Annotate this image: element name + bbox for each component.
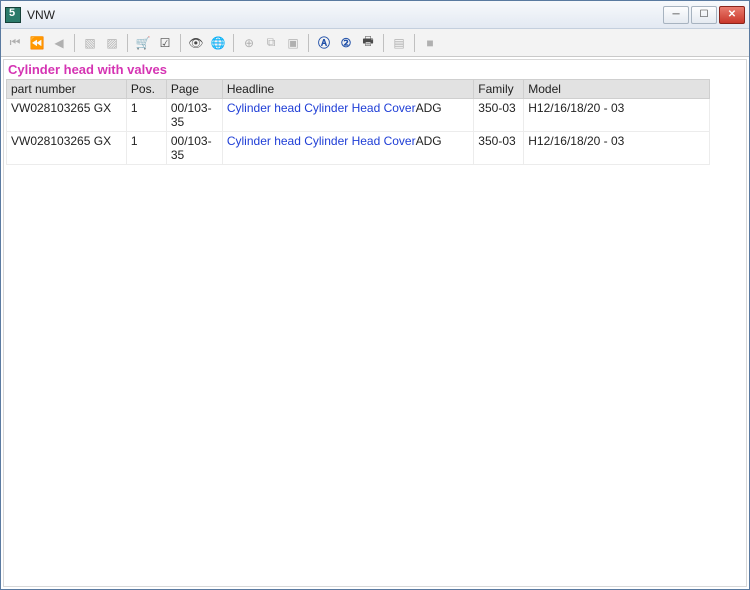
window-title: VNW	[27, 8, 55, 22]
copy-icon: ⧉	[261, 33, 281, 53]
headline-link[interactable]: Cylinder head Cylinder Head Cover	[227, 101, 416, 115]
zoom-in-icon: ⊕	[239, 33, 259, 53]
toolbar-separator	[127, 34, 128, 52]
table-row[interactable]: VW028103265 GX100/103-35Cylinder head Cy…	[7, 99, 710, 132]
back-icon: ◀	[49, 33, 69, 53]
cell-page: 00/103-35	[166, 99, 222, 132]
column-pos[interactable]: Pos.	[126, 80, 166, 99]
cell-model: H12/16/18/20 - 03	[524, 132, 710, 165]
fast-back-icon: ⏪	[27, 33, 47, 53]
checklist-icon[interactable]: ☑	[155, 33, 175, 53]
section-title: Cylinder head with valves	[4, 60, 746, 79]
cell-headline: Cylinder head Cylinder Head CoverADG	[222, 132, 473, 165]
cell-model: H12/16/18/20 - 03	[524, 99, 710, 132]
note-icon: ▤	[389, 33, 409, 53]
toolbar-separator	[233, 34, 234, 52]
cell-pos: 1	[126, 132, 166, 165]
cell-part-number: VW028103265 GX	[7, 132, 127, 165]
table-header-row: part number Pos. Page Headline Family Mo…	[7, 80, 710, 99]
cell-pos: 1	[126, 99, 166, 132]
app-icon	[5, 7, 21, 23]
page-prev-icon: ▧	[80, 33, 100, 53]
cell-headline: Cylinder head Cylinder Head CoverADG	[222, 99, 473, 132]
circle-2-icon[interactable]: ②	[336, 33, 356, 53]
cell-part-number: VW028103265 GX	[7, 99, 127, 132]
column-model[interactable]: Model	[524, 80, 710, 99]
first-icon: ⏮	[5, 33, 25, 53]
circle-a-icon[interactable]: Ⓐ	[314, 33, 334, 53]
stop-icon: ■	[420, 33, 440, 53]
cell-family: 350-03	[474, 132, 524, 165]
column-headline[interactable]: Headline	[222, 80, 473, 99]
hide-icon[interactable]: 👁	[186, 33, 206, 53]
headline-tail: ADG	[416, 134, 442, 148]
toolbar-separator	[414, 34, 415, 52]
toolbar-separator	[74, 34, 75, 52]
titlebar: VNW ─ ☐ ✕	[1, 1, 749, 29]
headline-tail: ADG	[416, 101, 442, 115]
cell-page: 00/103-35	[166, 132, 222, 165]
toolbar: ⏮⏪◀ ▧▨ 🛒☑ 👁🌐 ⊕⧉▣ Ⓐ②🖶 ▤ ■	[1, 29, 749, 57]
table-row[interactable]: VW028103265 GX100/103-35Cylinder head Cy…	[7, 132, 710, 165]
cell-family: 350-03	[474, 99, 524, 132]
content-area: Cylinder head with valves part number Po…	[3, 59, 747, 587]
toolbar-separator	[383, 34, 384, 52]
print-icon[interactable]: 🖶	[358, 33, 378, 53]
minimize-button[interactable]: ─	[663, 6, 689, 24]
toolbar-separator	[308, 34, 309, 52]
results-table: part number Pos. Page Headline Family Mo…	[6, 79, 710, 165]
page-next-icon: ▨	[102, 33, 122, 53]
maximize-button[interactable]: ☐	[691, 6, 717, 24]
app-window: VNW ─ ☐ ✕ ⏮⏪◀ ▧▨ 🛒☑ 👁🌐 ⊕⧉▣ Ⓐ②🖶 ▤ ■ Cylinder hea…	[0, 0, 750, 590]
globe-icon[interactable]: 🌐	[208, 33, 228, 53]
column-family[interactable]: Family	[474, 80, 524, 99]
close-button[interactable]: ✕	[719, 6, 745, 24]
window-icon: ▣	[283, 33, 303, 53]
cart-icon[interactable]: 🛒	[133, 33, 153, 53]
column-part-number[interactable]: part number	[7, 80, 127, 99]
toolbar-separator	[180, 34, 181, 52]
headline-link[interactable]: Cylinder head Cylinder Head Cover	[227, 134, 416, 148]
column-page[interactable]: Page	[166, 80, 222, 99]
